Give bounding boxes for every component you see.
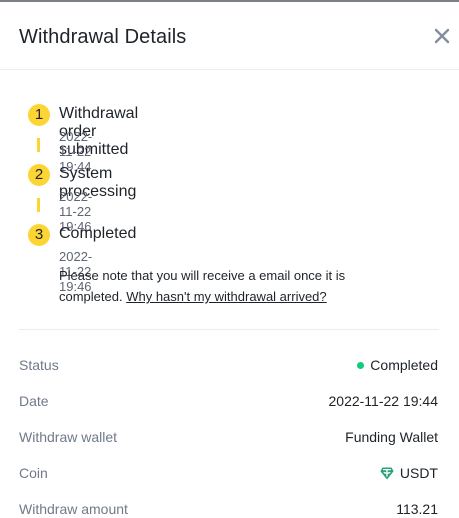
tether-icon xyxy=(380,467,394,479)
amount-value: 113.21 xyxy=(396,501,438,517)
status-dot-icon xyxy=(357,361,365,369)
withdrawal-help-link[interactable]: Why hasn't my withdrawal arrived? xyxy=(126,289,326,304)
wallet-text: Funding Wallet xyxy=(345,429,438,445)
step-number-badge: 3 xyxy=(28,224,50,246)
step-title: Completed xyxy=(59,225,137,242)
dialog-title: Withdrawal Details xyxy=(19,26,187,48)
status-label: Status xyxy=(19,357,59,373)
date-label: Date xyxy=(19,393,49,409)
status-text: Completed xyxy=(370,357,438,373)
step-connector xyxy=(37,138,40,152)
coin-value: USDT xyxy=(380,465,438,481)
amount-label: Withdraw amount xyxy=(19,501,128,517)
date-value: 2022-11-22 19:44 xyxy=(329,393,439,409)
coin-label: Coin xyxy=(19,465,48,481)
status-value: Completed xyxy=(357,357,438,373)
wallet-value: Funding Wallet xyxy=(345,429,438,445)
section-divider xyxy=(19,329,439,330)
close-icon xyxy=(434,28,450,44)
coin-text: USDT xyxy=(399,465,438,481)
date-text: 2022-11-22 19:44 xyxy=(328,393,439,409)
close-button[interactable] xyxy=(430,24,454,48)
step-number-badge: 2 xyxy=(28,164,50,186)
wallet-label: Withdraw wallet xyxy=(19,429,118,445)
step-number-badge: 1 xyxy=(28,104,50,126)
dialog-header: Withdrawal Details xyxy=(0,2,459,70)
email-notice: Please note that you will receive a emai… xyxy=(59,265,399,307)
amount-text: 113.21 xyxy=(396,501,438,517)
step-connector xyxy=(37,198,40,212)
